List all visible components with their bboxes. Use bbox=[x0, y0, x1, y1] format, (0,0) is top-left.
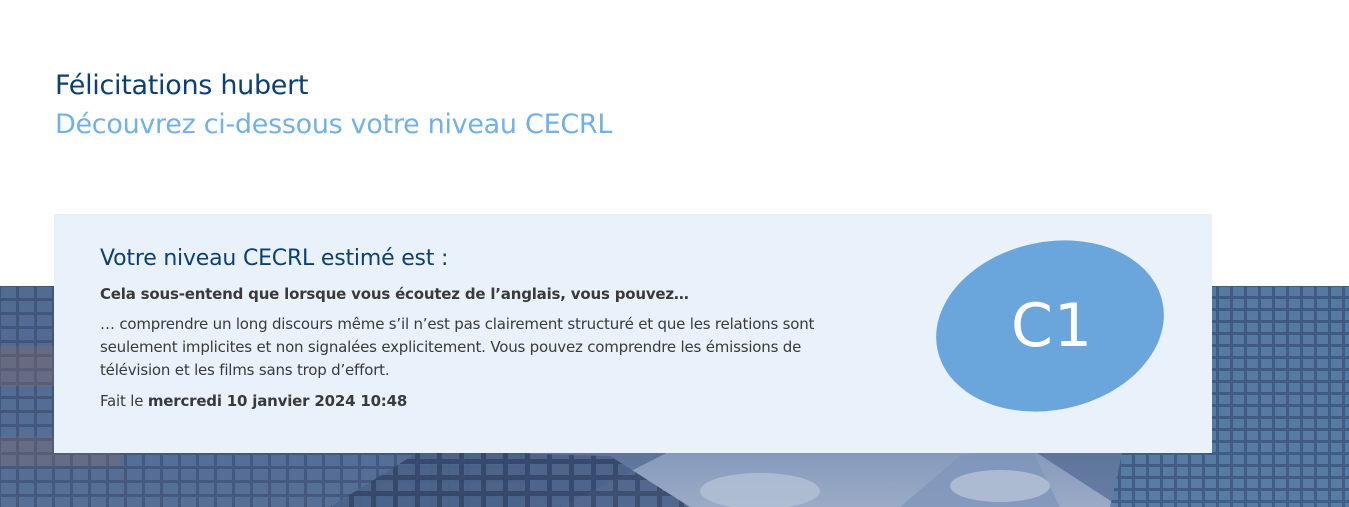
page-heading: Félicitations hubert Découvrez ci-dessou… bbox=[55, 68, 612, 143]
page-subtitle: Découvrez ci-dessous votre niveau CECRL bbox=[55, 109, 613, 140]
result-intro: Cela sous-entend que lorsque vous écoute… bbox=[100, 285, 689, 303]
date-value: mercredi 10 janvier 2024 10:48 bbox=[147, 392, 408, 410]
result-date: Fait le mercredi 10 janvier 2024 10:48 bbox=[100, 390, 840, 412]
level-badge: C1 bbox=[934, 240, 1166, 412]
result-description: … comprendre un long discours même s’il … bbox=[100, 315, 815, 379]
level-value: C1 bbox=[1010, 291, 1094, 361]
date-prefix: Fait le bbox=[100, 392, 144, 410]
result-card: Votre niveau CECRL estimé est : Cela sou… bbox=[54, 214, 1212, 453]
page-title: Félicitations hubert bbox=[55, 70, 309, 101]
result-title: Votre niveau CECRL estimé est : bbox=[100, 246, 449, 271]
results-page: Félicitations hubert Découvrez ci-dessou… bbox=[0, 0, 1349, 507]
result-text: Votre niveau CECRL estimé est : Cela sou… bbox=[100, 244, 840, 412]
